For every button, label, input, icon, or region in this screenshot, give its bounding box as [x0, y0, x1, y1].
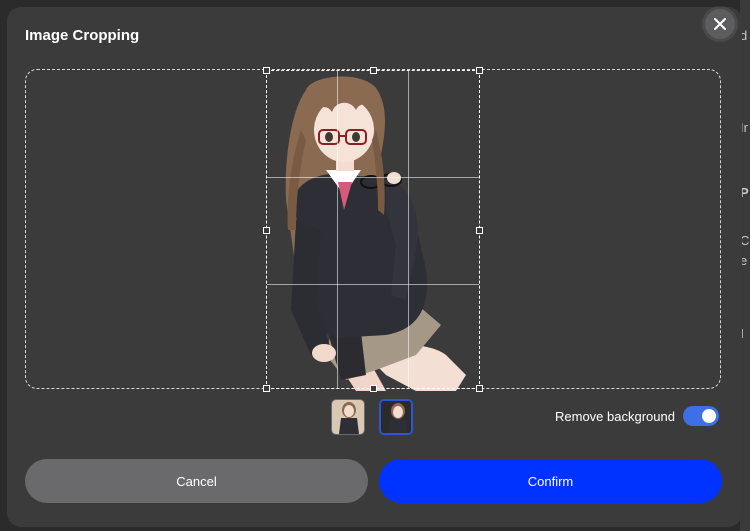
grid-line	[267, 284, 479, 285]
close-button[interactable]	[705, 9, 735, 39]
crop-handle-bottom[interactable]	[370, 385, 377, 392]
crop-handle-bottom-left[interactable]	[263, 385, 270, 392]
image-cropping-dialog: Image Cropping Remove background Cancel …	[7, 7, 742, 527]
crop-handle-top-left[interactable]	[263, 67, 270, 74]
crop-handle-top[interactable]	[370, 67, 377, 74]
confirm-button[interactable]: Confirm	[379, 459, 722, 503]
crop-selection[interactable]	[263, 67, 483, 392]
toggle-knob	[702, 409, 716, 423]
grid-line	[267, 177, 479, 178]
cancel-button[interactable]: Cancel	[25, 459, 368, 503]
thumbnail-background-removed[interactable]	[379, 399, 413, 435]
crop-handle-top-right[interactable]	[476, 67, 483, 74]
crop-handle-left[interactable]	[263, 227, 270, 234]
remove-background-toggle[interactable]	[683, 406, 719, 426]
remove-background-label: Remove background	[555, 409, 675, 424]
dialog-title: Image Cropping	[25, 27, 140, 44]
grid-line	[408, 71, 409, 388]
crop-handle-bottom-right[interactable]	[476, 385, 483, 392]
thumbnail-original[interactable]	[331, 399, 365, 435]
close-icon	[714, 18, 726, 30]
crop-handle-right[interactable]	[476, 227, 483, 234]
grid-line	[337, 71, 338, 388]
